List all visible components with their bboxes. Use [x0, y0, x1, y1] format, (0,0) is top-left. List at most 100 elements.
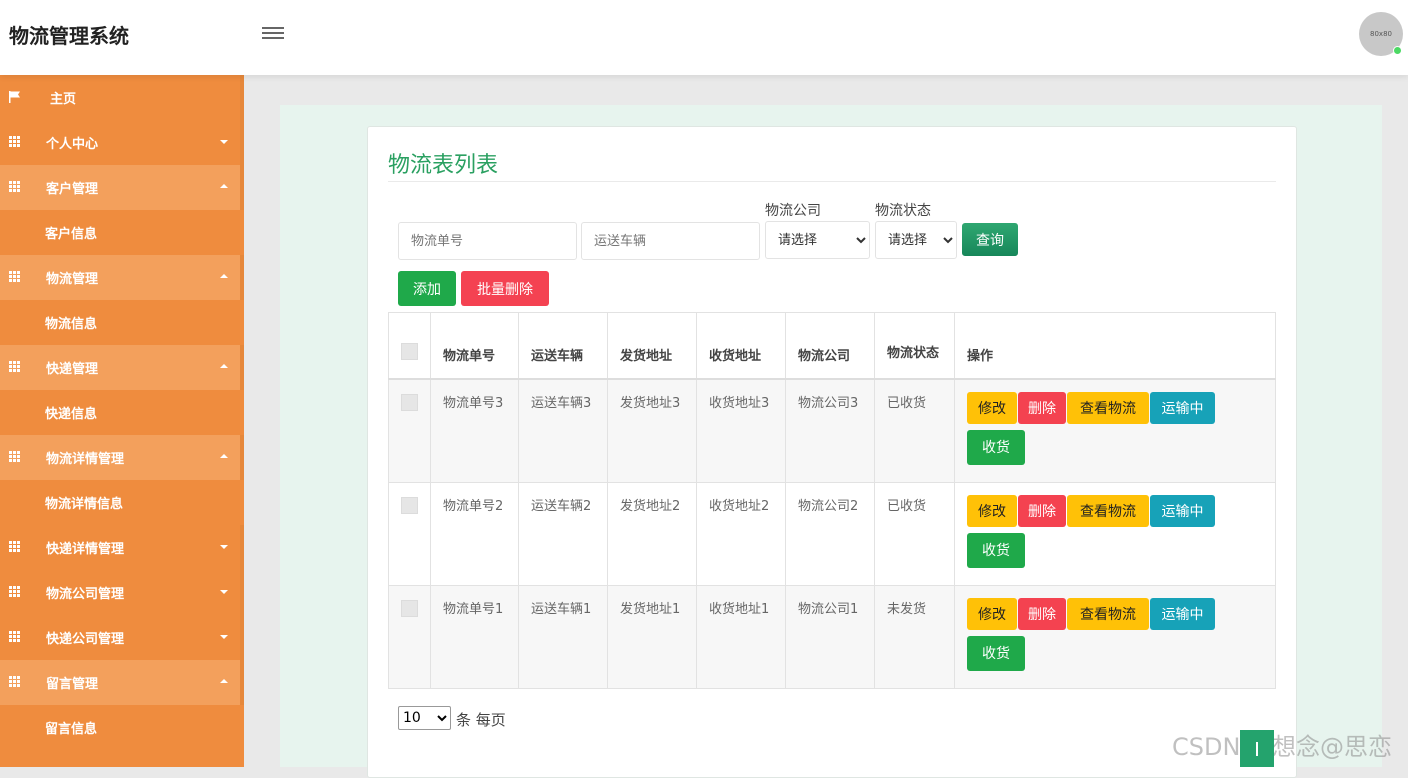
cell-company: 物流公司2: [785, 481, 875, 586]
in-transit-button[interactable]: 运输中: [1150, 391, 1215, 424]
cell-to: 收货地址2: [696, 481, 786, 586]
edit-button[interactable]: 修改: [967, 391, 1017, 424]
vehicle-input[interactable]: [581, 222, 760, 260]
sidebar-subitem[interactable]: 物流详情信息: [0, 480, 244, 525]
menu-toggle-icon[interactable]: [262, 24, 284, 42]
col-status: 物流状态: [874, 312, 955, 379]
cell-company: 物流公司1: [785, 584, 875, 689]
status-select[interactable]: 请选择: [875, 221, 957, 259]
sidebar-item-label: 快递管理: [46, 362, 99, 377]
sidebar-item[interactable]: 个人中心: [0, 120, 244, 165]
sidebar-item-label: 快递公司管理: [46, 632, 125, 647]
grid-icon: [9, 181, 22, 192]
grid-icon: [9, 631, 22, 642]
delete-button[interactable]: 删除: [1018, 391, 1066, 424]
cell-vehicle: 运送车辆3: [518, 378, 608, 483]
logistics-table: 物流单号 运送车辆 发货地址 收货地址 物流公司 物流状态 操作 物流单号3 运送…: [388, 312, 1276, 689]
sidebar-subitem-label: 物流详情信息: [45, 497, 124, 512]
sidebar-item[interactable]: 物流公司管理: [0, 570, 244, 615]
view-logistics-button[interactable]: 查看物流: [1067, 391, 1149, 424]
sidebar-subitem[interactable]: 物流信息: [0, 300, 244, 345]
cell-vehicle: 运送车辆2: [518, 481, 608, 586]
sidebar-subitem-label: 留言信息: [45, 722, 98, 737]
sidebar-item-label: 快递详情管理: [46, 542, 125, 557]
row-select-cell: [388, 378, 431, 483]
delete-button[interactable]: 删除: [1018, 597, 1066, 630]
col-company: 物流公司: [785, 312, 875, 379]
caret-up-icon: [220, 679, 228, 683]
cell-vehicle: 运送车辆1: [518, 584, 608, 689]
in-transit-button[interactable]: 运输中: [1150, 597, 1215, 630]
sidebar-subitem-label: 客户信息: [45, 227, 98, 242]
sidebar-item[interactable]: 物流管理: [0, 255, 244, 300]
table-row: 物流单号1 运送车辆1 发货地址1 收货地址1 物流公司1 未发货 修改 删除 查看物流 运输中收…: [388, 584, 1276, 689]
table-row: 物流单号2 运送车辆2 发货地址2 收货地址2 物流公司2 已收货 修改 删除 查看物流 运输中收…: [388, 481, 1276, 586]
delete-button[interactable]: 删除: [1018, 494, 1066, 527]
sidebar-subitem-label: 物流信息: [45, 317, 98, 332]
row-checkbox[interactable]: [401, 393, 418, 411]
row-actions-cell: 修改 删除 查看物流 运输中收货: [954, 584, 1276, 689]
row-checkbox[interactable]: [401, 496, 418, 514]
col-to: 收货地址: [696, 312, 786, 379]
sidebar-item[interactable]: 快递管理: [0, 345, 244, 390]
sidebar-item[interactable]: 快递公司管理: [0, 615, 244, 660]
row-select-cell: [388, 584, 431, 689]
row-checkbox[interactable]: [401, 599, 418, 617]
cell-order: 物流单号3: [430, 378, 519, 483]
sidebar-item[interactable]: 客户管理: [0, 165, 244, 210]
sidebar-item-label: 物流管理: [46, 272, 99, 287]
sidebar-subitem[interactable]: 客户信息: [0, 210, 244, 255]
order-number-input[interactable]: [398, 222, 577, 260]
query-button[interactable]: 查询: [962, 223, 1018, 256]
flag-icon: [9, 91, 21, 103]
back-to-top-button[interactable]: [1240, 730, 1274, 767]
caret-down-icon: [220, 140, 228, 144]
in-transit-button[interactable]: 运输中: [1150, 494, 1215, 527]
sidebar-item-label: 留言管理: [46, 677, 99, 692]
caret-up-icon: [220, 184, 228, 188]
add-button[interactable]: 添加: [398, 271, 456, 306]
edit-button[interactable]: 修改: [967, 494, 1017, 527]
company-filter-label: 物流公司: [765, 203, 821, 219]
title-divider: [388, 181, 1276, 182]
grid-icon: [9, 136, 22, 147]
company-select[interactable]: 请选择: [765, 221, 870, 259]
per-page-label: 条 每页: [456, 711, 506, 729]
caret-up-icon: [220, 454, 228, 458]
sidebar-item-label: 个人中心: [46, 137, 99, 152]
receive-button[interactable]: 收货: [967, 532, 1025, 568]
cell-status: 已收货: [874, 378, 955, 483]
page-size-select[interactable]: 10: [398, 706, 451, 730]
app-title: 物流管理系统: [9, 24, 129, 48]
receive-button[interactable]: 收货: [967, 429, 1025, 465]
edit-button[interactable]: 修改: [967, 597, 1017, 630]
sidebar-item[interactable]: 物流详情管理: [0, 435, 244, 480]
caret-down-icon: [220, 635, 228, 639]
sidebar-item-label: 主页: [50, 92, 77, 107]
page-title: 物流表列表: [388, 153, 499, 178]
grid-icon: [9, 271, 22, 282]
view-logistics-button[interactable]: 查看物流: [1067, 597, 1149, 630]
sidebar-item-label: 物流详情管理: [46, 452, 125, 467]
sidebar-subitem[interactable]: 留言信息: [0, 705, 244, 750]
sidebar-item-label: 物流公司管理: [46, 587, 125, 602]
caret-down-icon: [220, 545, 228, 549]
grid-icon: [9, 541, 22, 552]
sidebar-item[interactable]: 留言管理: [0, 660, 244, 705]
sidebar-item[interactable]: 主页: [0, 75, 244, 120]
batch-delete-button[interactable]: 批量删除: [461, 271, 549, 306]
cell-status: 已收货: [874, 481, 955, 586]
watermark: CSDN @想念@思恋: [1172, 733, 1393, 761]
select-all-checkbox[interactable]: [401, 342, 418, 360]
cell-company: 物流公司3: [785, 378, 875, 483]
grid-icon: [9, 676, 22, 687]
col-from: 发货地址: [607, 312, 697, 379]
sidebar-subitem[interactable]: 快递信息: [0, 390, 244, 435]
grid-icon: [9, 451, 22, 462]
cell-to: 收货地址3: [696, 378, 786, 483]
view-logistics-button[interactable]: 查看物流: [1067, 494, 1149, 527]
sidebar-item[interactable]: 快递详情管理: [0, 525, 244, 570]
receive-button[interactable]: 收货: [967, 635, 1025, 671]
col-vehicle: 运送车辆: [518, 312, 608, 379]
caret-up-icon: [220, 274, 228, 278]
